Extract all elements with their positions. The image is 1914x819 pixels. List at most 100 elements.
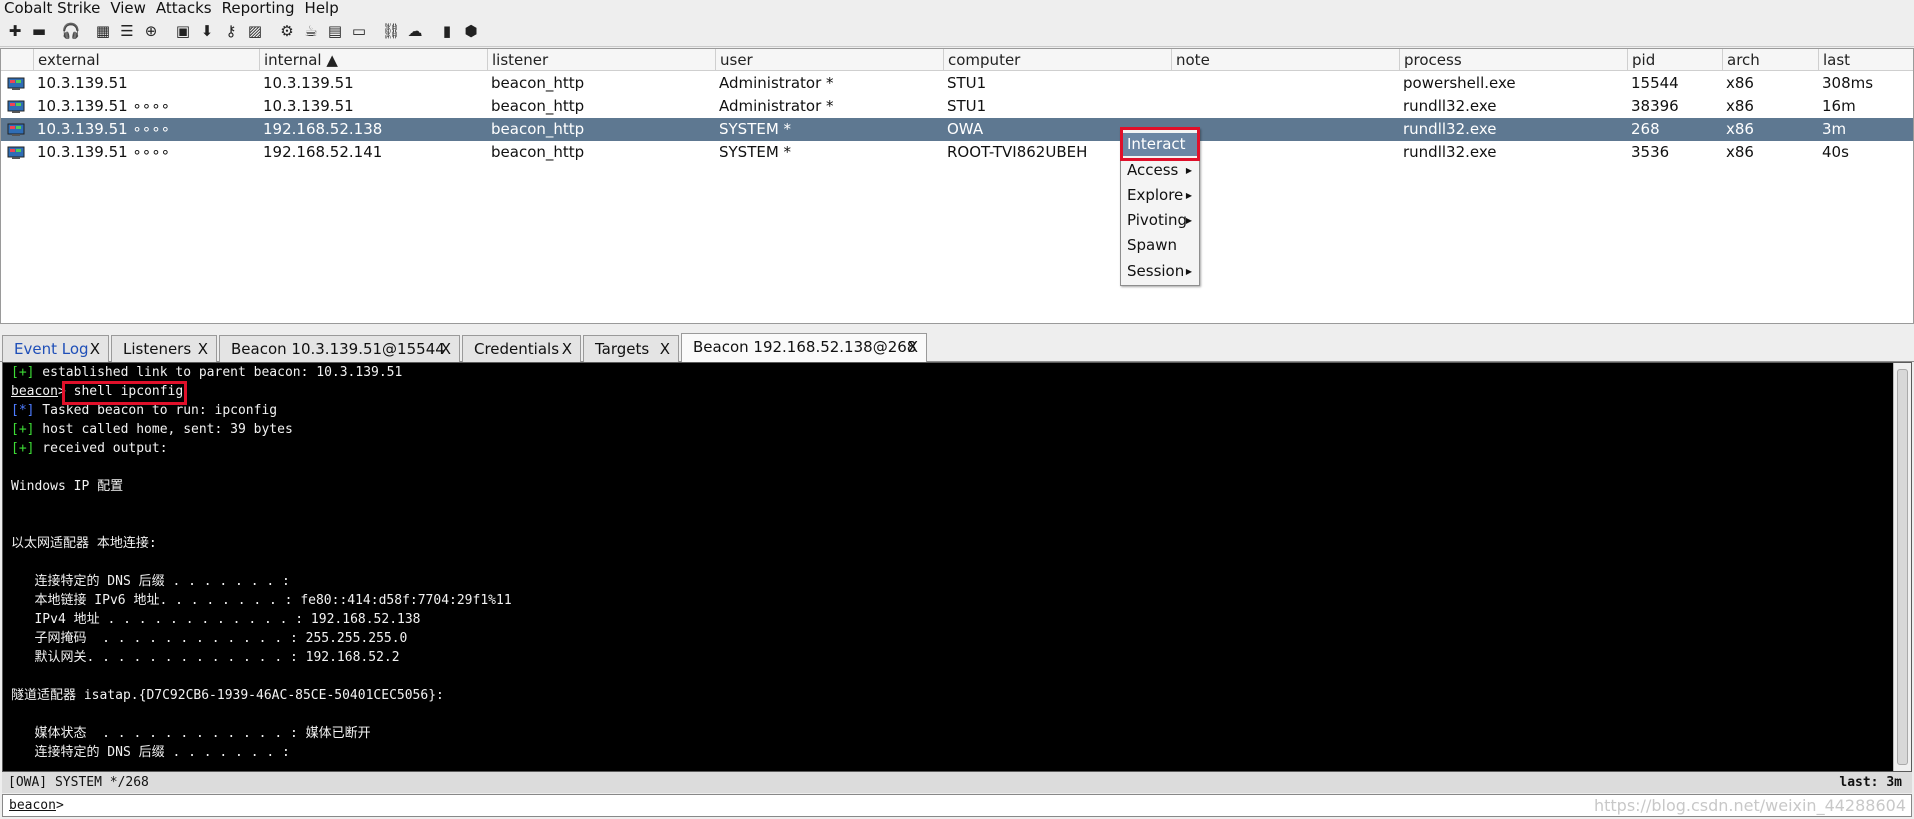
package-icon[interactable]: ⬢ (460, 20, 482, 42)
cell-listener: beacon_http (491, 120, 585, 138)
cell-listener: beacon_http (491, 143, 585, 161)
tab-close-button[interactable]: X (441, 336, 451, 363)
cell-process: rundll32.exe (1403, 97, 1497, 115)
cell-internal: 10.3.139.51 (263, 74, 354, 92)
menu-item-label: Pivoting (1127, 211, 1188, 229)
header-arch[interactable]: arch (1722, 49, 1818, 71)
windows-host-icon (7, 146, 25, 159)
status-session: [OWA] SYSTEM */268 (8, 775, 149, 790)
cell-internal: 10.3.139.51 (263, 97, 354, 115)
console-output-line: 本地链接 IPv6 地址. . . . . . . . : fe80::414:… (11, 593, 512, 608)
menu-bar: Cobalt Strike View Attacks Reporting Hel… (0, 0, 1914, 16)
tab-close-button[interactable]: X (562, 336, 572, 363)
pivot-graph-icon[interactable]: ▦ (92, 20, 114, 42)
session-table-icon[interactable]: ☰ (116, 20, 138, 42)
cell-note (1171, 72, 1175, 95)
cell-arch: x86 (1726, 143, 1754, 161)
tab-beacon-15544[interactable]: Beacon 10.3.139.51@15544 X (219, 335, 460, 362)
header-user[interactable]: user (715, 49, 943, 71)
beacon-console-output[interactable]: [+] established link to parent beacon: 1… (2, 362, 1912, 772)
header-note[interactable]: note (1171, 49, 1399, 71)
disconnect-icon[interactable]: ▬ (28, 20, 50, 42)
menu-help[interactable]: Help (301, 0, 345, 16)
headphones-icon[interactable]: 🎧 (60, 20, 82, 42)
submenu-arrow-icon: ▶ (1185, 216, 1192, 225)
cell-user: SYSTEM * (719, 143, 792, 161)
cell-process: rundll32.exe (1403, 143, 1497, 161)
header-last[interactable]: last (1818, 49, 1913, 71)
targets-icon[interactable]: ⊕ (140, 20, 162, 42)
toolbar: ✚ ▬ 🎧 ▦ ☰ ⊕ ▣ ⬇ ⚷ ▨ ⚙ ☕ ▤ ▭ ⛓ ☁ ▮ ⬢ (0, 16, 1914, 47)
header-process[interactable]: process (1399, 49, 1627, 71)
table-row[interactable]: 10.3.139.51 ∘∘∘∘ 10.3.139.51 beacon_http… (1, 95, 1913, 118)
cell-computer: STU1 (947, 74, 987, 92)
cell-user: Administrator * (719, 97, 834, 115)
console-line: [+] received output: (11, 441, 168, 456)
tab-listeners[interactable]: Listeners X (111, 335, 217, 362)
tab-close-button[interactable]: X (908, 334, 918, 361)
payload-generator-icon[interactable]: ⚙ (276, 20, 298, 42)
console-output-line: 连接特定的 DNS 后缀 . . . . . . . : (11, 745, 290, 760)
cell-internal: 192.168.52.138 (263, 120, 383, 138)
table-row-selected[interactable]: 10.3.139.51 ∘∘∘∘ 192.168.52.138 beacon_h… (1, 118, 1913, 141)
menu-item-access[interactable]: Access ▶ (1121, 159, 1199, 182)
input-prompt-name: beacon (9, 798, 56, 813)
scrollbar-thumb[interactable] (1897, 369, 1908, 765)
menu-cobalt-strike[interactable]: Cobalt Strike (0, 0, 106, 16)
menu-item-interact[interactable]: Interact (1121, 133, 1199, 156)
tab-credentials[interactable]: Credentials X (462, 335, 581, 362)
menu-item-explore[interactable]: Explore ▶ (1121, 184, 1199, 207)
windows-host-icon (7, 77, 25, 90)
menu-item-spawn[interactable]: Spawn (1121, 234, 1199, 257)
new-connection-icon[interactable]: ✚ (4, 20, 26, 42)
cell-external: 10.3.139.51 ∘∘∘∘ (37, 143, 170, 161)
script-console-icon[interactable]: ▭ (348, 20, 370, 42)
table-row[interactable]: 10.3.139.51 10.3.139.51 beacon_http Admi… (1, 72, 1913, 95)
submenu-arrow-icon: ▶ (1185, 267, 1192, 276)
context-menu: Interact Access ▶ Explore ▶ Pivoting ▶ Spaw… (1120, 128, 1200, 286)
menu-attacks[interactable]: Attacks (152, 0, 218, 16)
java-applet-icon[interactable]: ☕ (300, 20, 322, 42)
menu-item-pivoting[interactable]: Pivoting ▶ (1121, 209, 1199, 232)
cell-note (1171, 95, 1175, 118)
console-command-line: beacon> shell ipconfig (11, 384, 184, 399)
menu-reporting[interactable]: Reporting (218, 0, 301, 16)
link-icon[interactable]: ⛓ (380, 20, 402, 42)
menu-item-label: Spawn (1127, 236, 1178, 254)
command-text: shell ipconfig (73, 384, 184, 399)
keystrokes-icon[interactable]: ⚷ (220, 20, 242, 42)
console-output-line: 以太网适配器 本地连接: (11, 536, 157, 551)
cell-external: 10.3.139.51 (37, 74, 128, 92)
console-scrollbar[interactable] (1893, 363, 1911, 771)
table-header: external internal ▲ listener user comput… (1, 49, 1913, 71)
header-computer[interactable]: computer (943, 49, 1171, 71)
screenshots-icon[interactable]: ▨ (244, 20, 266, 42)
panel-splitter[interactable] (0, 324, 1914, 332)
notebook-icon[interactable]: ▮ (436, 20, 458, 42)
tab-label: Beacon 192.168.52.138@268 (693, 338, 917, 356)
tab-beacon-268[interactable]: Beacon 192.168.52.138@268 X (681, 333, 927, 362)
header-internal[interactable]: internal ▲ (259, 49, 487, 71)
tab-label: Event Log (14, 340, 89, 358)
cell-external: 10.3.139.51 ∘∘∘∘ (37, 97, 170, 115)
cell-internal: 192.168.52.141 (263, 143, 383, 161)
header-external[interactable]: external (33, 49, 259, 71)
tab-close-button[interactable]: X (90, 336, 100, 363)
menu-item-label: Access (1127, 161, 1179, 179)
tab-close-button[interactable]: X (660, 336, 670, 363)
tab-targets[interactable]: Targets X (583, 335, 679, 362)
tab-close-button[interactable]: X (198, 336, 208, 363)
tab-label: Beacon 10.3.139.51@15544 (231, 340, 445, 358)
menu-item-session[interactable]: Session ▶ (1121, 260, 1199, 283)
header-pid[interactable]: pid (1627, 49, 1722, 71)
table-row[interactable]: 10.3.139.51 ∘∘∘∘ 192.168.52.141 beacon_h… (1, 141, 1913, 164)
tab-event-log[interactable]: Event Log X (2, 335, 109, 362)
credentials-icon[interactable]: ▣ (172, 20, 194, 42)
cell-arch: x86 (1726, 97, 1754, 115)
menu-view[interactable]: View (106, 0, 152, 16)
office-macro-icon[interactable]: ▤ (324, 20, 346, 42)
console-output-line: IPv4 地址 . . . . . . . . . . . . : 192.16… (11, 612, 421, 627)
header-listener[interactable]: listener (487, 49, 715, 71)
downloads-icon[interactable]: ⬇ (196, 20, 218, 42)
cloud-icon[interactable]: ☁ (404, 20, 426, 42)
